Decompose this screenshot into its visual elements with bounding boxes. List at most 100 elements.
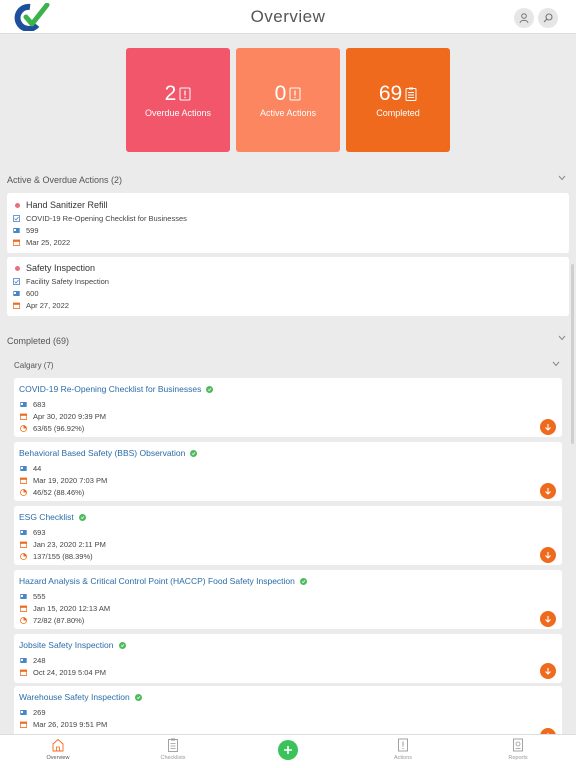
download-button[interactable] [540, 663, 556, 679]
checklist-date: Mar 26, 2019 9:51 PM [33, 720, 108, 729]
id-card-icon [20, 710, 27, 715]
completed-card[interactable]: Jobsite Safety Inspection 248 Oct 24, 20… [14, 634, 562, 683]
action-date: Apr 27, 2022 [26, 301, 69, 310]
chevron-down-icon[interactable] [558, 175, 566, 181]
action-title: Safety Inspection [26, 263, 96, 273]
download-icon [545, 423, 551, 431]
id-card-icon [20, 594, 27, 599]
active-actions-tile[interactable]: 0 Active Actions [236, 48, 340, 152]
calendar-icon [13, 302, 20, 309]
checklist-id: 248 [33, 656, 46, 665]
action-card[interactable]: Hand Sanitizer Refill COVID-19 Re-Openin… [7, 193, 569, 253]
tab-overview-label: Overview [46, 755, 70, 761]
checklist-date: Apr 30, 2020 9:39 PM [33, 412, 106, 421]
calendar-icon [13, 239, 20, 246]
exclamation-doc-icon [398, 738, 408, 752]
pie-chart-icon [20, 489, 27, 496]
checklist-icon [405, 87, 417, 101]
action-card[interactable]: Safety Inspection Facility Safety Inspec… [7, 257, 569, 316]
user-icon [519, 13, 529, 24]
calendar-icon [20, 477, 27, 484]
completed-label: Completed [376, 108, 420, 118]
chevron-down-icon[interactable] [552, 361, 560, 367]
calendar-icon [20, 413, 27, 420]
id-card-icon [13, 228, 20, 233]
overview-content[interactable]: 2 Overdue Actions 0 Active Actions 69 Co… [0, 34, 576, 734]
completed-card[interactable]: Behavioral Based Safety (BBS) Observatio… [14, 442, 562, 501]
checklist-id: 693 [33, 528, 46, 537]
checklist-score: 137/155 (88.39%) [33, 552, 93, 561]
tab-reports[interactable]: Reports [488, 738, 548, 761]
checklist-score: 72/82 (87.80%) [33, 616, 85, 625]
summary-tiles: 2 Overdue Actions 0 Active Actions 69 Co… [126, 48, 450, 152]
pie-chart-icon [20, 425, 27, 432]
download-button[interactable] [540, 483, 556, 499]
group-heading: Calgary (7) [14, 361, 54, 370]
overdue-dot [15, 265, 20, 271]
tab-checklists[interactable]: Checklists [143, 738, 203, 761]
completed-heading: Completed (69) [7, 336, 70, 346]
top-bar: Overview [0, 0, 576, 34]
id-card-icon [20, 530, 27, 535]
completed-card[interactable]: ESG Checklist 693 Jan 23, 2020 2:11 PM 1… [14, 506, 562, 565]
add-button[interactable] [278, 740, 298, 760]
checklist-title: Behavioral Based Safety (BBS) Observatio… [19, 448, 186, 458]
bottom-nav: Overview Checklists Actions Reports [0, 734, 576, 768]
checklist-title: ESG Checklist [19, 512, 74, 522]
download-button[interactable] [540, 611, 556, 627]
overdue-actions-tile[interactable]: 2 Overdue Actions [126, 48, 230, 152]
completed-card[interactable]: Warehouse Safety Inspection 269 Mar 26, … [14, 686, 562, 734]
tab-overview[interactable]: Overview [28, 738, 88, 761]
id-card-icon [13, 291, 20, 296]
checklist-id: 44 [33, 464, 42, 473]
checklist-title: Jobsite Safety Inspection [19, 640, 114, 650]
pie-chart-icon [20, 617, 27, 624]
checklist-title: COVID-19 Re-Opening Checklist for Busine… [19, 384, 202, 394]
active-overdue-heading: Active & Overdue Actions (2) [7, 175, 123, 185]
action-date: Mar 25, 2022 [26, 238, 71, 247]
checklist-score: 46/52 (88.46%) [33, 488, 85, 497]
profile-button[interactable] [514, 8, 534, 28]
tab-checklists-label: Checklists [160, 755, 186, 761]
home-icon [52, 738, 64, 752]
search-button[interactable] [538, 8, 558, 28]
action-checklist: COVID-19 Re-Opening Checklist for Busine… [26, 214, 187, 223]
checklist-id: 555 [33, 592, 46, 601]
search-icon [543, 13, 553, 23]
overdue-count: 2 [164, 82, 177, 105]
download-button[interactable] [540, 547, 556, 563]
check-icon [190, 449, 198, 457]
action-id: 600 [26, 289, 39, 298]
download-icon [545, 615, 551, 623]
page-title: Overview [250, 7, 326, 26]
checklist-id: 269 [33, 708, 46, 717]
checklist-id: 683 [33, 400, 46, 409]
checklist-title: Hazard Analysis & Critical Control Point… [19, 576, 295, 586]
scrollbar[interactable] [571, 264, 574, 444]
check-icon [78, 513, 86, 521]
chevron-down-icon[interactable] [558, 335, 566, 341]
report-icon [513, 738, 523, 752]
action-title: Hand Sanitizer Refill [26, 200, 108, 210]
checkbox-icon [13, 215, 20, 222]
download-icon [545, 667, 551, 675]
action-id: 599 [26, 226, 39, 235]
checklist-score: 63/65 (96.92%) [33, 424, 85, 433]
tab-actions-label: Actions [393, 755, 413, 761]
check-icon [206, 385, 214, 393]
tab-actions[interactable]: Actions [373, 738, 433, 761]
overdue-label: Overdue Actions [144, 108, 212, 118]
completed-card[interactable]: Hazard Analysis & Critical Control Point… [14, 570, 562, 629]
action-checklist: Facility Safety Inspection [26, 277, 109, 286]
download-button[interactable] [540, 419, 556, 435]
calendar-icon [20, 605, 27, 612]
check-icon [118, 641, 126, 649]
calendar-icon [20, 721, 27, 728]
checkbox-icon [13, 278, 20, 285]
completed-tile[interactable]: 69 Completed [346, 48, 450, 152]
plus-icon [284, 746, 292, 754]
checklist-date: Jan 23, 2020 2:11 PM [33, 540, 106, 549]
checklist-date: Mar 19, 2020 7:03 PM [33, 476, 108, 485]
completed-card[interactable]: COVID-19 Re-Opening Checklist for Busine… [14, 378, 562, 437]
active-label: Active Actions [259, 108, 317, 118]
